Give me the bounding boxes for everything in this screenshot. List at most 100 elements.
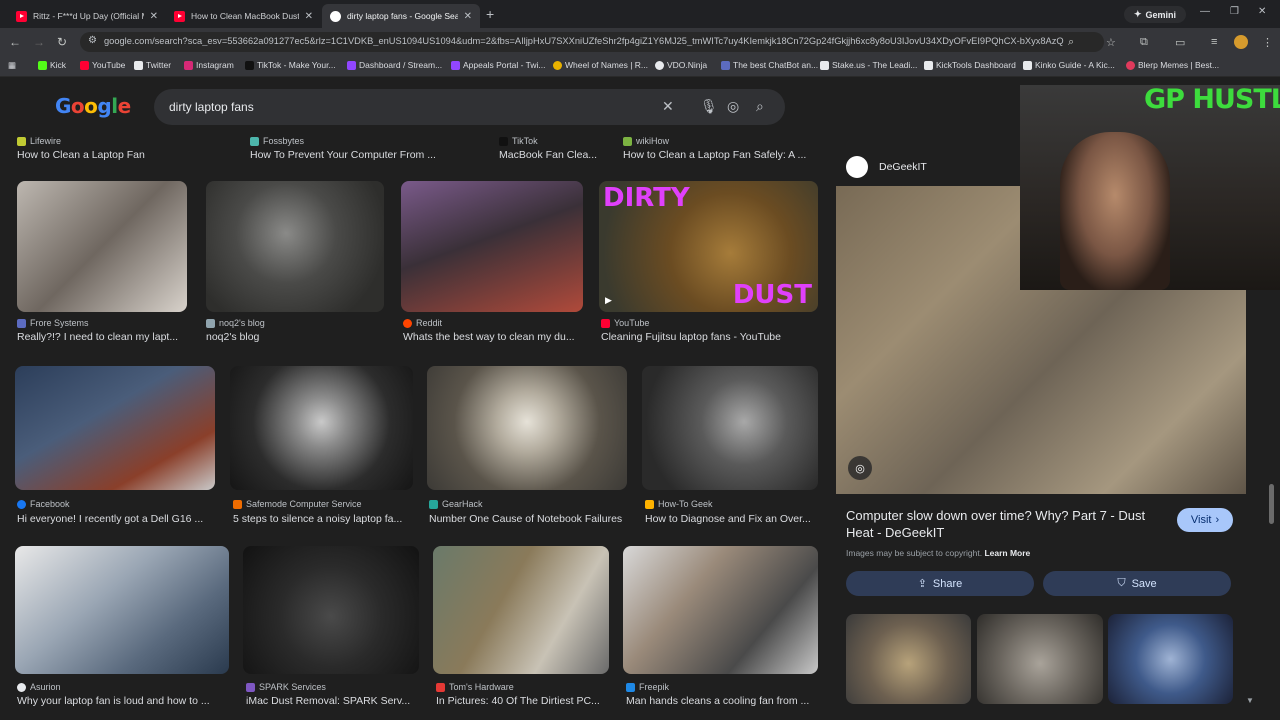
result-image[interactable] (623, 546, 818, 674)
result-title[interactable]: Really?!? I need to clean my lapt... (17, 331, 187, 343)
related-image[interactable] (1108, 614, 1233, 704)
tab-rittz[interactable]: Rittz - F***d Up Day (Official M ✕ (8, 4, 166, 28)
bookmark-stake[interactable]: Stake.us - The Leadi... (820, 60, 917, 70)
bookmark-kick[interactable]: Kick (38, 60, 66, 70)
bookmark-kicktools[interactable]: KickTools Dashboard (924, 60, 1016, 70)
result-source[interactable]: How-To Geek (645, 499, 713, 509)
learn-more-link[interactable]: Learn More (984, 548, 1030, 558)
result-title[interactable]: MacBook Fan Clea... (499, 149, 603, 161)
bookmark-kinko[interactable]: Kinko Guide - A Kic... (1023, 60, 1115, 70)
bookmark-twitter[interactable]: Twitter (134, 60, 171, 70)
apps-icon[interactable]: ▦ (8, 60, 16, 71)
result-title[interactable]: In Pictures: 40 Of The Dirtiest PC... (436, 695, 608, 707)
result-title[interactable]: How to Clean a Laptop Fan (17, 149, 237, 161)
site-info-icon[interactable]: ⚙ (88, 35, 97, 46)
zoom-icon[interactable]: ⌕ (1068, 36, 1074, 49)
result-source[interactable]: Fossbytes (250, 136, 304, 146)
result-source[interactable]: TikTok (499, 136, 538, 146)
search-query[interactable]: dirty laptop fans (169, 100, 254, 114)
bookmark-instagram[interactable]: Instagram (184, 60, 234, 70)
result-source[interactable]: Frore Systems (17, 318, 89, 328)
scroll-down-icon[interactable]: ▼ (1246, 696, 1254, 705)
result-source[interactable]: Lifewire (17, 136, 61, 146)
result-title[interactable]: Whats the best way to clean my du... (403, 331, 581, 343)
panel-site-name[interactable]: DeGeekIT (879, 161, 927, 173)
result-title[interactable]: How to Clean a Laptop Fan Safely: A ... (623, 149, 813, 161)
back-icon[interactable]: ← (9, 35, 21, 49)
bookmark-wheel[interactable]: Wheel of Names | R... (553, 60, 648, 70)
result-title[interactable]: How To Prevent Your Computer From ... (250, 149, 440, 161)
result-image[interactable] (15, 366, 215, 490)
bookmark-chatbot[interactable]: The best ChatBot an... (721, 60, 818, 70)
result-title[interactable]: noq2's blog (206, 331, 376, 343)
bookmark-vdo[interactable]: VDO.Ninja (655, 60, 707, 70)
bookmark-youtube[interactable]: YouTube (80, 60, 125, 70)
result-title[interactable]: 5 steps to silence a noisy laptop fa... (233, 513, 413, 525)
tab-google-search[interactable]: dirty laptop fans - Google Sear ✕ (322, 4, 480, 28)
clear-icon[interactable]: ✕ (662, 98, 674, 115)
result-image[interactable] (15, 546, 229, 674)
bookmark-appeals[interactable]: Appeals Portal - Twi... (451, 60, 546, 70)
lens-icon[interactable]: ◎ (727, 98, 739, 115)
result-image[interactable]: DIRTY DUST ▶ (599, 181, 818, 312)
result-source[interactable]: Tom's Hardware (436, 682, 514, 692)
window-close-icon[interactable]: ✕ (1258, 6, 1266, 17)
close-icon[interactable]: ✕ (150, 11, 158, 22)
bookmark-star-icon[interactable]: ☆ (1106, 36, 1116, 49)
extensions-icon[interactable]: ⧉ (1140, 36, 1148, 49)
result-title[interactable]: Hi everyone! I recently got a Dell G16 .… (17, 513, 217, 525)
result-source[interactable]: Facebook (17, 499, 70, 509)
result-image[interactable] (17, 181, 187, 312)
close-icon[interactable]: ✕ (305, 11, 313, 22)
restore-icon[interactable]: ❐ (1230, 6, 1239, 17)
result-source[interactable]: Safemode Computer Service (233, 499, 362, 509)
close-icon[interactable]: ✕ (464, 11, 472, 22)
result-image[interactable] (427, 366, 627, 490)
menu-icon[interactable]: ⋮ (1262, 36, 1273, 49)
result-image[interactable] (642, 366, 818, 490)
result-title[interactable]: Man hands cleans a cooling fan from ... (626, 695, 816, 707)
result-source[interactable]: GearHack (429, 499, 483, 509)
gemini-button[interactable]: ✦ Gemini (1124, 6, 1187, 23)
result-title[interactable]: Number One Cause of Notebook Failures (429, 513, 629, 525)
search-box[interactable]: dirty laptop fans ✕ 🎙 ◎ ⌕ (154, 89, 785, 125)
result-title[interactable]: How to Diagnose and Fix an Over... (645, 513, 817, 525)
new-tab-icon[interactable]: + (486, 6, 494, 22)
result-source[interactable]: SPARK Services (246, 682, 326, 692)
result-source[interactable]: YouTube (601, 318, 649, 328)
profile-avatar[interactable] (1234, 35, 1248, 49)
save-button[interactable]: ⛉ Save (1043, 571, 1231, 596)
result-image[interactable] (433, 546, 609, 674)
result-source[interactable]: Asurion (17, 682, 61, 692)
related-image[interactable] (977, 614, 1103, 704)
related-image[interactable] (846, 614, 971, 704)
result-image[interactable] (401, 181, 583, 312)
minimize-icon[interactable]: — (1200, 6, 1210, 17)
share-button[interactable]: ⇪ Share (846, 571, 1034, 596)
forward-icon[interactable]: → (33, 35, 45, 49)
result-title[interactable]: Cleaning Fujitsu laptop fans - YouTube (601, 331, 816, 343)
search-icon[interactable]: ⌕ (756, 98, 764, 115)
media-icon[interactable]: ≡ (1211, 36, 1217, 48)
reload-icon[interactable]: ↻ (57, 35, 67, 49)
lens-search-icon[interactable]: ◎ (848, 456, 872, 480)
result-title[interactable]: Why your laptop fan is loud and how to .… (17, 695, 227, 707)
page-scrollbar[interactable] (1269, 484, 1274, 524)
result-source[interactable]: wikiHow (623, 136, 669, 146)
result-title[interactable]: iMac Dust Removal: SPARK Serv... (246, 695, 418, 707)
tab-macbook[interactable]: How to Clean MacBook Dust & ✕ (166, 4, 321, 28)
bookmark-tiktok[interactable]: TikTok - Make Your... (245, 60, 336, 70)
result-image[interactable] (230, 366, 413, 490)
google-logo[interactable]: Google (55, 94, 131, 118)
preview-title[interactable]: Computer slow down over time? Why? Part … (846, 507, 1166, 541)
result-image[interactable] (243, 546, 419, 674)
bookmark-dashboard[interactable]: Dashboard / Stream... (347, 60, 442, 70)
bookmark-blerp[interactable]: Blerp Memes | Best... (1126, 60, 1219, 70)
result-source[interactable]: Freepik (626, 682, 669, 692)
address-bar[interactable]: ⚙ google.com/search?sca_esv=553662a09127… (80, 32, 1104, 52)
visit-button[interactable]: Visit › (1177, 508, 1233, 532)
microphone-icon[interactable]: 🎙 (700, 98, 718, 115)
cast-icon[interactable]: ▭ (1175, 36, 1185, 49)
result-source[interactable]: Reddit (403, 318, 442, 328)
result-image[interactable] (206, 181, 384, 312)
